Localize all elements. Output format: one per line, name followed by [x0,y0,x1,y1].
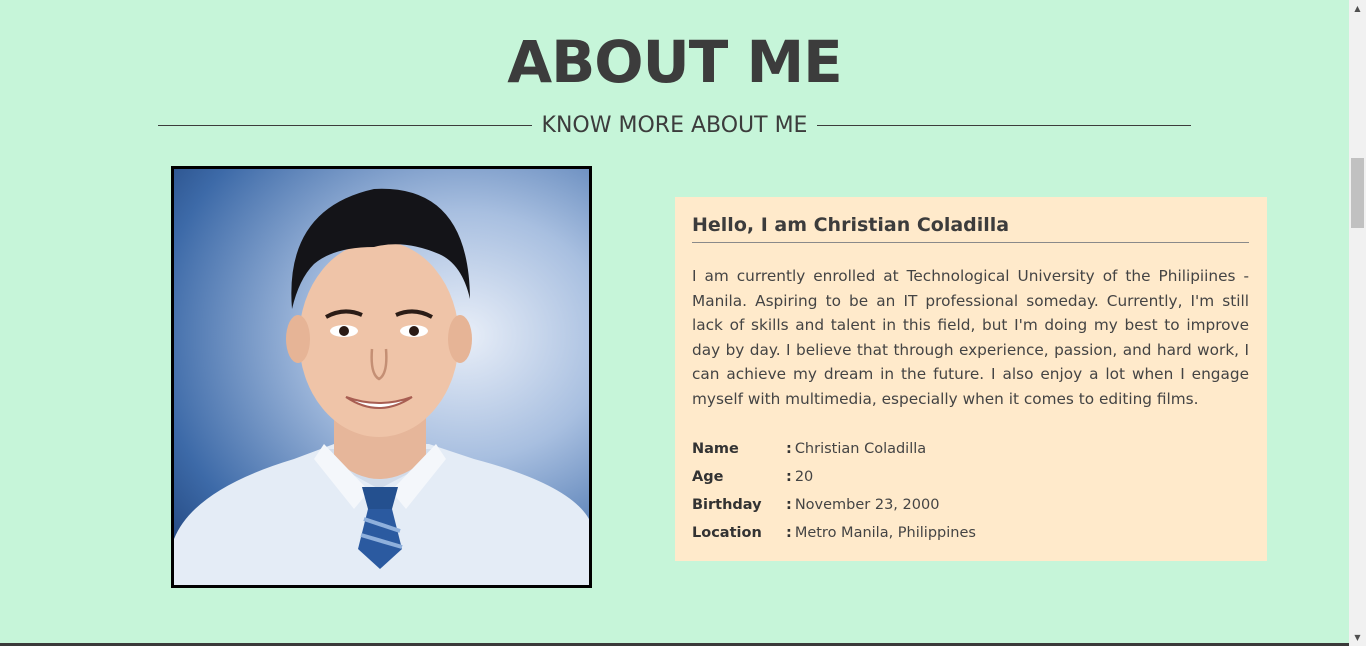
info-label: Location [692,525,762,541]
info-label: Name [692,441,739,457]
scrollbar-thumb[interactable] [1351,158,1364,228]
portrait-illustration [174,188,589,585]
subtitle-divider-left [158,124,532,126]
bio-paragraph: I am currently enrolled at Technological… [692,267,1249,408]
profile-photo [171,166,592,588]
info-value: Christian Coladilla [794,441,927,457]
about-section: ABOUT ME KNOW MORE ABOUT ME Hello, I am … [0,0,1349,646]
info-value: November 23, 2000 [794,497,940,513]
info-label: Birthday [692,497,762,513]
info-separator: : [786,469,792,485]
scroll-down-arrow-icon[interactable]: ▼ [1349,629,1366,646]
info-list: Name : Christian Coladilla Age : 20 Birt… [692,435,1249,547]
subtitle-divider-right [817,124,1192,126]
info-row-age: Age : 20 [692,463,1249,491]
info-row-location: Location : Metro Manila, Philippines [692,519,1249,547]
vertical-scrollbar[interactable]: ▲ ▼ [1349,0,1366,646]
about-card: Hello, I am Christian Coladilla I am cur… [675,197,1267,561]
info-separator: : [786,497,792,513]
subtitle-row: KNOW MORE ABOUT ME [158,110,1192,140]
info-row-name: Name : Christian Coladilla [692,435,1249,463]
card-heading: Hello, I am Christian Coladilla [692,211,1249,243]
info-separator: : [786,441,792,457]
page: ABOUT ME KNOW MORE ABOUT ME Hello, I am … [0,0,1366,646]
info-value: Metro Manila, Philippines [794,525,976,541]
page-title: ABOUT ME [507,28,843,96]
section-subtitle: KNOW MORE ABOUT ME [541,112,808,138]
scroll-up-arrow-icon[interactable]: ▲ [1349,0,1366,17]
info-value: 20 [794,469,814,485]
info-label: Age [692,469,724,485]
info-separator: : [786,525,792,541]
info-row-birthday: Birthday : November 23, 2000 [692,491,1249,519]
